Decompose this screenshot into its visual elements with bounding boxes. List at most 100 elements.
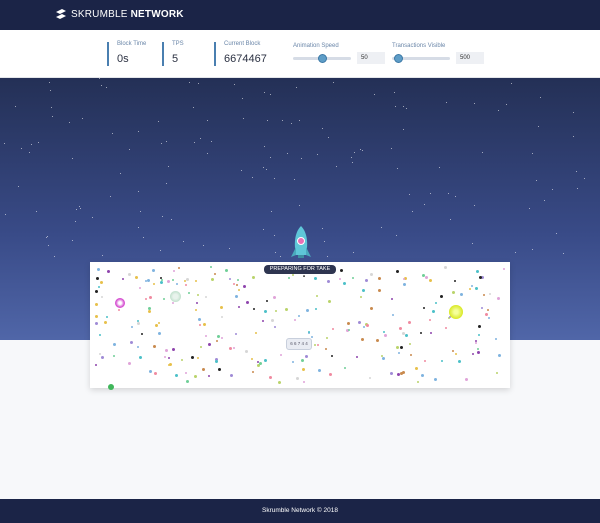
transaction-dot[interactable] [314,308,317,311]
transaction-dot[interactable] [130,340,134,344]
transaction-dot[interactable] [95,289,99,293]
transaction-dot[interactable] [230,373,234,377]
transaction-dot[interactable] [262,320,265,323]
transaction-dot[interactable] [347,329,350,332]
transaction-dot[interactable] [205,334,208,337]
transaction-dot[interactable] [452,291,456,295]
transaction-dot[interactable] [476,269,479,273]
transaction-dot[interactable] [194,280,197,283]
transaction-dot[interactable] [433,378,437,382]
transaction-dot[interactable] [390,372,394,376]
transaction-dot[interactable] [172,348,176,352]
transaction-dot[interactable] [440,359,443,362]
transaction-dot[interactable] [325,336,328,339]
transaction-dot[interactable] [158,322,161,324]
transaction-dot[interactable] [136,320,139,323]
transaction-dot[interactable] [97,285,100,288]
transaction-dot[interactable] [382,330,385,333]
transactions-visible-slider[interactable] [392,53,450,63]
transaction-dot[interactable] [176,283,179,286]
transaction-dot[interactable] [134,276,138,280]
transaction-dot[interactable] [381,356,385,360]
transaction-dot[interactable] [215,359,219,363]
transaction-dot[interactable] [259,361,263,365]
transaction-dot[interactable] [235,294,239,298]
transaction-dot[interactable] [476,347,479,350]
transaction-dot[interactable] [399,372,403,376]
transaction-dot[interactable] [128,272,132,276]
transaction-dot[interactable] [384,334,388,338]
transaction-dot[interactable] [375,338,379,342]
transaction-dot[interactable] [244,349,248,353]
transaction-dot[interactable] [94,302,98,306]
transaction-dot[interactable] [474,342,477,345]
transaction-dot[interactable] [482,293,485,296]
transaction-dot[interactable] [152,283,155,286]
transaction-dot[interactable] [503,267,506,270]
transaction-dot[interactable] [146,278,150,282]
transaction-dot[interactable] [313,277,317,281]
transaction-dot[interactable] [302,380,305,383]
transaction-dot[interactable] [420,332,423,335]
transaction-dot[interactable] [94,314,98,318]
transaction-dot[interactable] [207,374,210,377]
transaction-dot[interactable] [184,279,187,282]
transaction-dot[interactable] [328,373,332,377]
transaction-bubble[interactable] [449,305,463,319]
transaction-dot[interactable] [215,340,218,343]
transaction-dot[interactable] [313,344,316,347]
transaction-dot[interactable] [377,277,381,281]
transaction-dot[interactable] [497,296,501,300]
transaction-dot[interactable] [291,360,294,363]
transaction-dot[interactable] [172,279,175,282]
transaction-dot[interactable] [444,266,448,270]
transaction-dot[interactable] [495,338,498,341]
transaction-dot[interactable] [407,321,411,325]
transaction-dot[interactable] [221,315,224,318]
transaction-dot[interactable] [238,306,241,309]
transaction-dot[interactable] [344,367,347,370]
animation-speed-slider[interactable] [293,53,351,63]
transaction-dot[interactable] [99,281,103,285]
transaction-dot[interactable] [424,359,427,362]
transaction-dot[interactable] [270,319,274,323]
transaction-dot[interactable] [196,302,199,305]
transaction-dot[interactable] [301,358,305,362]
transaction-dot[interactable] [99,352,102,355]
transaction-dot[interactable] [444,327,447,330]
transaction-dot[interactable] [405,333,408,337]
transaction-dot[interactable] [306,308,310,312]
transaction-dot[interactable] [424,276,428,280]
transaction-dot[interactable] [205,296,208,299]
transaction-dot[interactable] [225,269,229,273]
transaction-dot[interactable] [439,295,443,299]
transaction-dot[interactable] [340,269,344,273]
transaction-dot[interactable] [199,346,202,349]
transaction-dot[interactable] [263,310,267,314]
transaction-dot[interactable] [295,376,299,380]
transaction-dot[interactable] [148,369,152,373]
transaction-dot[interactable] [181,358,184,361]
transaction-dot[interactable] [454,352,457,355]
transaction-dot[interactable] [489,293,491,296]
transaction-dot[interactable] [136,345,139,348]
transaction-dot[interactable] [330,355,333,358]
transaction-dot[interactable] [252,371,255,374]
transaction-dot[interactable] [497,354,501,358]
transaction-dot[interactable] [208,343,212,347]
transaction-dot[interactable] [357,320,361,324]
transactions-visible-input[interactable]: 500 [456,52,484,64]
transaction-dot[interactable] [409,353,412,356]
transaction-dot[interactable] [106,269,110,273]
transaction-dot[interactable] [452,350,455,353]
transaction-dot[interactable] [188,292,191,295]
transaction-dot[interactable] [293,319,296,322]
transaction-dot[interactable] [428,278,432,282]
transaction-dot[interactable] [274,326,277,329]
transaction-dot[interactable] [100,355,104,359]
transaction-dot[interactable] [104,320,108,324]
transaction-dot[interactable] [487,317,490,320]
transaction-dot[interactable] [178,266,181,269]
transaction-dot[interactable] [185,277,189,281]
transaction-dot[interactable] [402,282,406,286]
